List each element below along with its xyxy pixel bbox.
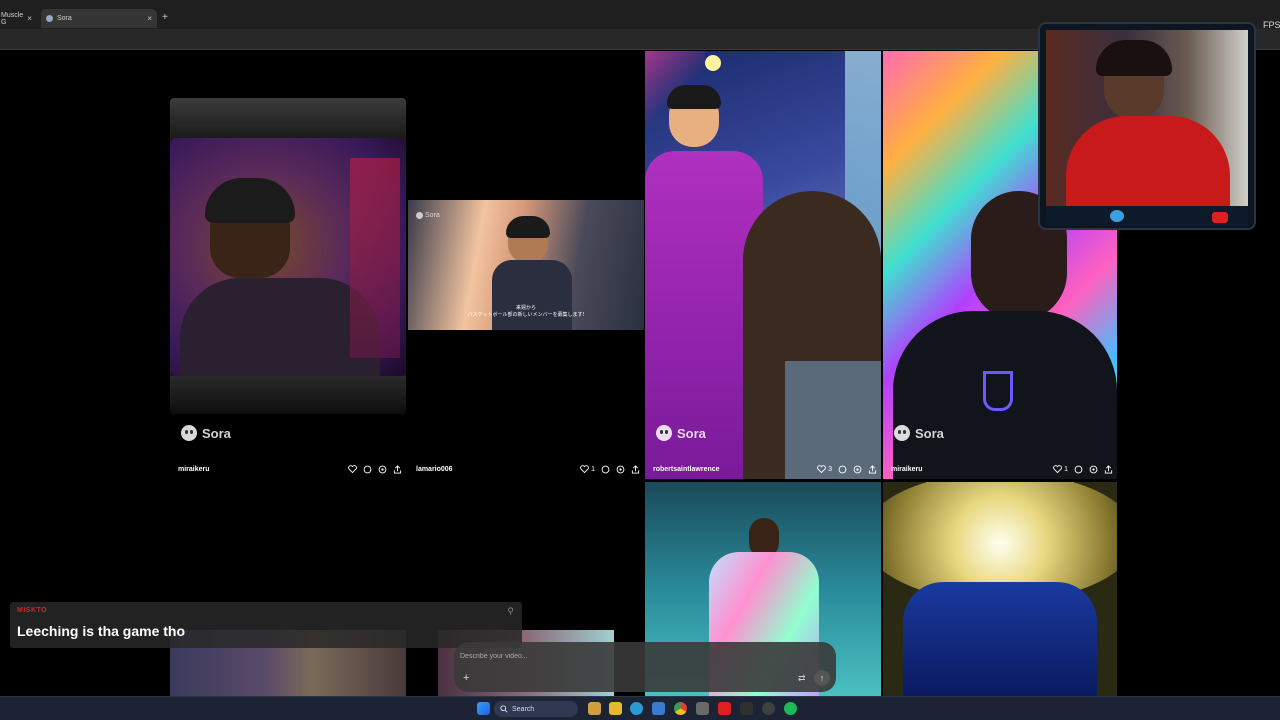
heart-icon [817, 465, 826, 473]
like-count: 3 [828, 465, 832, 473]
store-icon[interactable] [652, 702, 665, 715]
tab-label: Sora [57, 15, 72, 22]
remix-icon [378, 465, 387, 473]
chrome-icon[interactable] [674, 702, 687, 715]
sora-logo-icon [181, 425, 197, 441]
sora-watermark: Sora [656, 425, 706, 441]
video-tile-1[interactable] [170, 98, 406, 414]
tab-label: Muscle G [1, 11, 24, 26]
heart-icon [1053, 465, 1062, 473]
sora-logo-icon [416, 212, 423, 219]
video-prompt-composer: + ⇄ ↑ [454, 642, 836, 692]
share-icon [868, 464, 877, 474]
remix-icon [1089, 465, 1098, 473]
like-button[interactable]: 3 [817, 465, 832, 473]
comment-icon [601, 465, 610, 473]
comment-icon [1074, 465, 1083, 473]
like-button[interactable]: 1 [580, 465, 595, 473]
send-button[interactable]: ↑ [814, 670, 830, 686]
sora-watermark: Sora [181, 425, 231, 441]
share-icon [631, 464, 640, 474]
share-icon [393, 464, 402, 474]
streamer-webcam [1038, 22, 1256, 230]
like-count: 1 [1064, 465, 1068, 473]
share-button[interactable] [393, 464, 402, 474]
tile-meta: robertsaintlawrence 3 [653, 462, 877, 476]
comment-icon [363, 465, 372, 473]
remix-button[interactable] [853, 465, 862, 474]
x-app-icon[interactable] [740, 702, 753, 715]
file-explorer-icon[interactable] [609, 702, 622, 715]
tab-muscle[interactable]: Muscle G × [0, 9, 36, 28]
describe-video-input[interactable] [460, 649, 760, 663]
tile-meta: miraikeru [178, 462, 402, 476]
twitter-icon [1110, 210, 1124, 222]
taskbar-search[interactable]: Search [494, 701, 578, 717]
like-button[interactable]: 1 [1053, 465, 1068, 473]
start-button[interactable] [477, 702, 490, 715]
tab-sora[interactable]: Sora × [41, 9, 157, 28]
comment-button[interactable] [601, 465, 610, 474]
add-attachment-button[interactable]: + [463, 672, 469, 684]
youtube-app-icon[interactable] [718, 702, 731, 715]
edge-icon[interactable] [630, 702, 643, 715]
heart-icon [580, 465, 589, 473]
video-tile-2[interactable]: Sora 来週から バスケットボール部の新しいメンバーを募集します! [408, 200, 644, 330]
like-count: 1 [591, 465, 595, 473]
settings-icon[interactable]: ⇄ [798, 673, 806, 684]
fps-counter: FPS [1263, 20, 1280, 30]
username-link[interactable]: robertsaintlawrence [653, 466, 720, 473]
comment-icon [838, 465, 847, 473]
youtube-icon [1212, 212, 1228, 223]
widgets-icon[interactable] [588, 702, 601, 715]
app-icon[interactable] [696, 702, 709, 715]
sora-logo-icon [894, 425, 910, 441]
comment-button[interactable] [1074, 465, 1083, 474]
stream-chat-message: MISKTO Leeching is tha game tho ⚲ [10, 602, 522, 648]
sora-logo-icon [656, 425, 672, 441]
sora-watermark: Sora [416, 212, 440, 219]
share-button[interactable] [868, 464, 877, 474]
share-icon [1104, 464, 1113, 474]
remix-button[interactable] [616, 465, 625, 474]
remix-button[interactable] [1089, 465, 1098, 474]
username-link[interactable]: lamario006 [416, 466, 453, 473]
video-thumbnail [170, 138, 406, 376]
remix-button[interactable] [378, 465, 387, 474]
chat-message-text: Leeching is tha game tho [17, 623, 186, 639]
username-link[interactable]: miraikeru [891, 466, 923, 473]
video-tile-3[interactable]: Sora [645, 51, 881, 479]
tile-meta: miraikeru 1 [891, 462, 1113, 476]
share-button[interactable] [1104, 464, 1113, 474]
close-icon[interactable]: × [147, 14, 152, 23]
remix-icon [853, 465, 862, 473]
like-button[interactable] [348, 465, 357, 473]
comment-button[interactable] [838, 465, 847, 474]
share-button[interactable] [631, 464, 640, 474]
openai-icon[interactable] [762, 702, 775, 715]
windows-taskbar: Search [0, 696, 1280, 720]
username-link[interactable]: miraikeru [178, 466, 210, 473]
close-icon[interactable]: × [27, 14, 32, 23]
heart-icon [348, 465, 357, 473]
search-icon [500, 705, 508, 713]
chat-username: MISKTO [17, 607, 48, 614]
sora-watermark: Sora [894, 425, 944, 441]
chat-badge-icon: ⚲ [507, 606, 514, 616]
video-subtitle: 来週から バスケットボール部の新しいメンバーを募集します! [467, 305, 585, 318]
sora-favicon-icon [46, 15, 53, 22]
new-tab-button[interactable]: + [162, 12, 168, 23]
remix-icon [616, 465, 625, 473]
video-tile-6[interactable] [883, 482, 1117, 696]
tile-meta: lamario006 1 [416, 462, 640, 476]
comment-button[interactable] [363, 465, 372, 474]
spotify-icon[interactable] [784, 702, 797, 715]
